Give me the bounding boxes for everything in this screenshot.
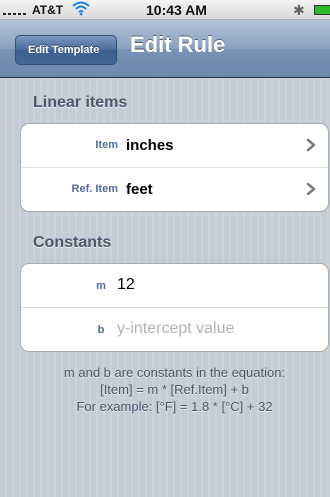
back-button[interactable]: Edit Template: [15, 35, 117, 65]
page-title: Edit Rule: [130, 32, 226, 57]
bluetooth-icon: ✱: [293, 2, 305, 18]
signal-icon: [3, 12, 30, 15]
carrier-name: AT&T: [32, 3, 64, 17]
status-time: 10:43 AM: [146, 2, 207, 18]
row-label: Item: [95, 139, 118, 151]
help-line: For example: [°F] = 1.8 * [°C] + 32: [76, 399, 273, 414]
constant-b-row: b: [21, 308, 328, 351]
row-value: feet: [126, 181, 153, 198]
chevron-right-icon: [306, 182, 316, 196]
section-header-constants: Constants: [33, 234, 112, 251]
constant-b-input[interactable]: [117, 320, 317, 338]
constant-m-label: m: [96, 280, 106, 292]
chevron-right-icon: [306, 138, 316, 152]
wifi-icon: [72, 1, 90, 16]
constant-b-label: b: [97, 324, 105, 336]
list-item-ref-item[interactable]: Ref. Item feet: [21, 168, 328, 211]
list-item-item[interactable]: Item inches: [21, 124, 328, 168]
status-bar: AT&T 10:43 AM ✱: [0, 0, 330, 20]
help-line: [Item] = m * [Ref.Item] + b: [100, 382, 249, 397]
constant-m-input[interactable]: [117, 276, 317, 294]
constants-group: m b: [20, 263, 329, 352]
constant-m-row: m: [21, 264, 328, 308]
back-button-label: Edit Template: [28, 44, 100, 56]
row-value: inches: [126, 137, 174, 154]
navigation-bar: Edit Template Edit Rule: [0, 20, 330, 78]
equation-help-text: m and b are constants in the equation: […: [20, 364, 329, 415]
row-label: Ref. Item: [71, 183, 118, 195]
battery-icon: [314, 5, 330, 15]
linear-items-group: Item inches Ref. Item feet: [20, 123, 329, 212]
section-header-linear-items: Linear items: [33, 94, 128, 111]
help-line: m and b are constants in the equation:: [63, 365, 286, 380]
